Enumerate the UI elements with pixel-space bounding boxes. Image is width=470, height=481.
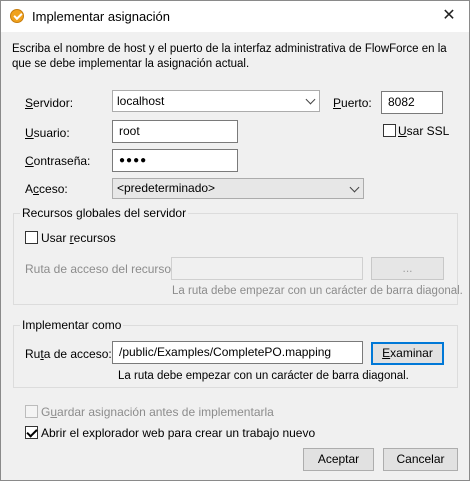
chevron-down-icon[interactable] [305,94,316,105]
use-resources-checkbox[interactable] [25,231,38,244]
access-value: <predeterminado> [117,181,216,195]
server-value: localhost [117,94,165,108]
port-input[interactable]: 8082 [381,91,443,114]
deploy-mapping-dialog: Implementar asignación ✕ Escriba el nomb… [0,0,470,481]
resource-path-hint: La ruta debe empezar con un carácter de … [172,285,463,297]
use-ssl-checkbox[interactable] [383,124,396,137]
server-combobox[interactable]: localhost [112,90,320,112]
save-before-deploy-label[interactable]: Guardar asignación antes de implementarl… [41,405,274,419]
user-label: Usuario: [25,126,70,140]
password-input[interactable]: ●●●● [112,149,238,172]
use-ssl-label[interactable]: Usar SSL [398,124,449,138]
deploy-path-input[interactable]: /public/Examples/CompletePO.mapping [112,341,363,364]
access-dropdown[interactable]: <predeterminado> [112,178,364,199]
port-label: Puerto: [333,96,372,110]
open-browser-checkbox[interactable] [25,426,38,439]
title-bar[interactable]: Implementar asignación ✕ [1,1,469,32]
resource-path-label: Ruta de acceso del recurso: [25,262,175,276]
close-button[interactable]: ✕ [429,1,469,32]
ok-button[interactable]: Aceptar [303,448,374,471]
server-label: Servidor: [25,96,74,110]
password-label: Contraseña: [25,154,91,168]
save-before-deploy-checkbox[interactable] [25,405,38,418]
user-input[interactable]: root [112,120,238,143]
use-resources-label[interactable]: Usar recursos [41,231,116,245]
resource-browse-button[interactable]: ... [371,257,444,280]
browse-button[interactable]: Examinar [371,342,444,365]
deploy-as-title: Implementar como [20,318,124,332]
global-resources-title: Recursos globales del servidor [20,206,189,220]
deploy-path-hint: La ruta debe empezar con un carácter de … [118,370,409,382]
app-logo-icon [10,9,24,23]
chevron-down-icon[interactable] [349,182,360,193]
open-browser-label[interactable]: Abrir el explorador web para crear un tr… [41,426,315,440]
deploy-path-label: Ruta de acceso: [25,347,112,361]
dialog-title: Implementar asignación [32,9,171,24]
dialog-description: Escriba el nombre de host y el puerto de… [12,43,447,70]
access-label: Acceso: [25,182,68,196]
cancel-button[interactable]: Cancelar [383,448,458,471]
resource-path-input[interactable] [171,257,363,280]
